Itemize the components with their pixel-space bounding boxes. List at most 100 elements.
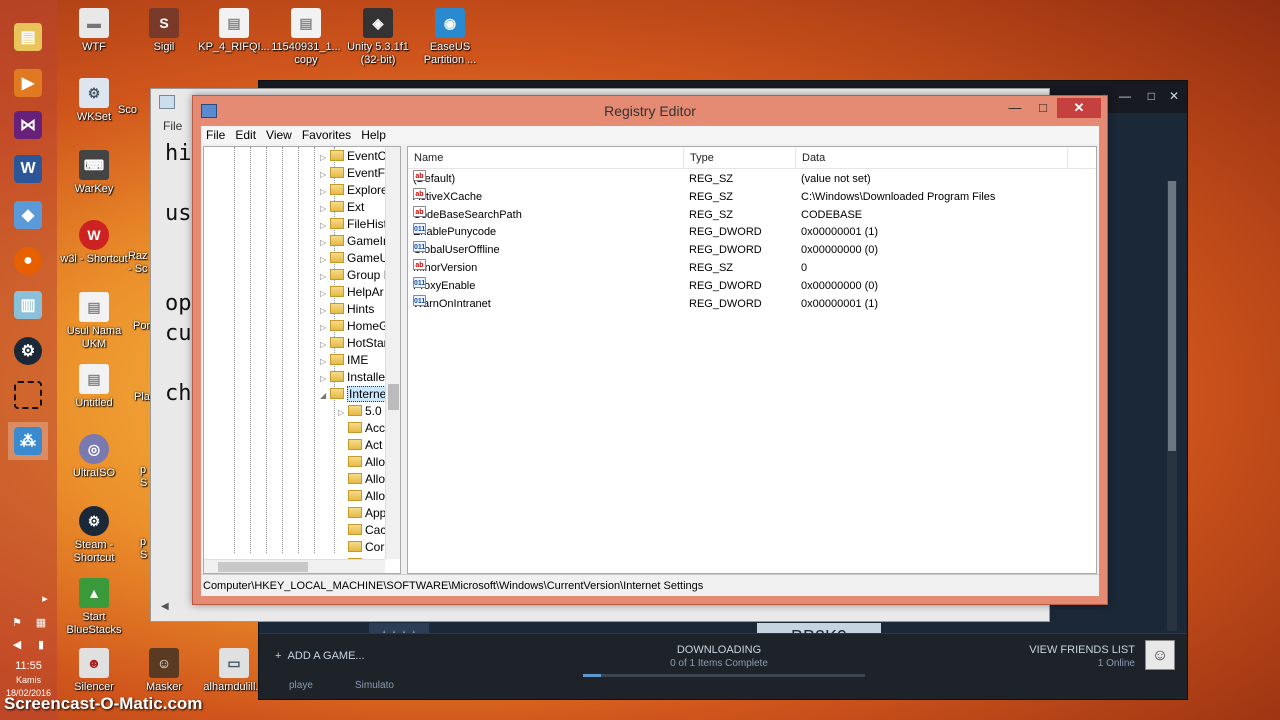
steam-scrollbar-thumb[interactable] bbox=[1168, 181, 1176, 451]
registry-value-row[interactable]: 011 WarnOnIntranet REG_DWORD 0x00000001 (1) bbox=[408, 294, 1096, 313]
registry-value-row[interactable]: 011 GlobalUserOffline REG_DWORD 0x00000000 … bbox=[408, 241, 1096, 259]
tree-item[interactable]: ▷ FileHist bbox=[320, 216, 387, 233]
tree-item[interactable]: ▷ GameIn bbox=[320, 233, 390, 250]
tree-item[interactable]: ▷ HomeG bbox=[320, 318, 388, 335]
tree-item[interactable]: Acc bbox=[338, 420, 385, 437]
desktop-icon-unity[interactable]: ◈ Unity 5.3.1f1 (32-bit) bbox=[342, 8, 414, 67]
tree-item[interactable]: ▷ HotStar bbox=[320, 335, 388, 352]
expand-arrow-icon[interactable]: ▷ bbox=[320, 251, 330, 268]
expand-arrow-icon[interactable]: ▷ bbox=[320, 217, 330, 234]
desktop-icon-wkset[interactable]: ⚙ WKSet bbox=[58, 78, 130, 124]
tree-item[interactable]: ▷ GameU bbox=[320, 250, 388, 267]
add-game-button[interactable]: + ADD A GAME... bbox=[275, 650, 365, 662]
media-player-taskbar-button[interactable]: ▶ bbox=[8, 64, 48, 102]
steam-minimize-button[interactable]: — bbox=[1119, 89, 1131, 103]
tree-vertical-scrollbar[interactable] bbox=[385, 147, 400, 559]
column-header-type[interactable]: Type bbox=[684, 147, 796, 169]
word-taskbar-button[interactable]: W bbox=[8, 150, 48, 188]
chevron-up-icon[interactable]: ▸ bbox=[38, 592, 52, 606]
expand-arrow-icon[interactable]: ▷ bbox=[320, 302, 330, 319]
maximize-button[interactable]: □ bbox=[1029, 98, 1057, 118]
tree-item[interactable]: Allo bbox=[338, 454, 385, 471]
tree-item[interactable]: Act bbox=[338, 437, 382, 454]
friend-avatar-icon[interactable]: ☺ bbox=[1145, 640, 1175, 670]
registry-key-tree[interactable]: ▷ EventC ▷ EventFo ▷ Explore ▷ Ext ▷ FileHist ▷ Gam… bbox=[203, 146, 401, 574]
view-friends-list-button[interactable]: VIEW FRIENDS LIST bbox=[1029, 644, 1135, 656]
expand-arrow-icon[interactable]: ▷ bbox=[320, 268, 330, 285]
expand-arrow-icon[interactable]: ▷ bbox=[320, 319, 330, 336]
menu-favorites[interactable]: Favorites bbox=[297, 126, 356, 144]
clock-time[interactable]: 11:55 bbox=[0, 660, 57, 672]
screencast-taskbar-button[interactable] bbox=[8, 376, 48, 414]
desktop-icon-silencer[interactable]: ☻ Silencer bbox=[58, 648, 130, 694]
registry-value-row[interactable]: ab (Default) REG_SZ (value not set) bbox=[408, 170, 1096, 188]
expand-arrow-icon[interactable]: ▷ bbox=[320, 166, 330, 183]
registry-value-row[interactable]: 011 ProxyEnable REG_DWORD 0x00000000 (0) bbox=[408, 276, 1096, 295]
desktop-icon-kp4[interactable]: ▤ KP_4_RIFQI... bbox=[198, 8, 270, 54]
collapse-arrow-icon[interactable]: ◢ bbox=[320, 387, 330, 404]
tree-scrollbar-thumb[interactable] bbox=[388, 384, 399, 410]
tree-item[interactable]: ▷ EventC bbox=[320, 148, 386, 165]
expand-arrow-icon[interactable]: ▷ bbox=[320, 183, 330, 200]
tree-item[interactable]: App bbox=[338, 505, 386, 522]
regedit-taskbar-button[interactable]: ⁂ bbox=[8, 422, 48, 460]
desktop-icon-ultraiso[interactable]: ◎ UltraISO bbox=[58, 434, 130, 480]
expand-arrow-icon[interactable]: ▷ bbox=[320, 336, 330, 353]
registry-value-row[interactable]: ab ActiveXCache REG_SZ C:\Windows\Downloade… bbox=[408, 187, 1096, 206]
steam-taskbar-button[interactable]: ⚙ bbox=[8, 332, 48, 370]
close-button[interactable]: ✕ bbox=[1057, 98, 1101, 118]
expand-arrow-icon[interactable]: ▷ bbox=[320, 370, 330, 387]
tree-item[interactable]: Cac bbox=[338, 522, 386, 539]
notepad-menu-file[interactable]: File bbox=[163, 119, 182, 133]
menu-file[interactable]: File bbox=[201, 126, 230, 144]
downloading-label[interactable]: DOWNLOADING bbox=[639, 644, 799, 656]
notepad-text-area[interactable]: hi us op cu ch bbox=[165, 139, 192, 409]
network-icon[interactable]: ⚑ bbox=[10, 616, 24, 630]
tree-item[interactable]: ▷ Hints bbox=[320, 301, 374, 318]
menu-edit[interactable]: Edit bbox=[230, 126, 261, 144]
tree-item[interactable]: Allo bbox=[338, 471, 385, 488]
column-header-name[interactable]: Name bbox=[408, 147, 684, 169]
desktop-icon-11540931[interactable]: ▤ 11540931_1... copy bbox=[270, 8, 342, 67]
steam-close-button[interactable]: ✕ bbox=[1169, 89, 1179, 103]
volume-icon[interactable]: ◀ bbox=[10, 638, 24, 652]
tree-item[interactable]: ▷ Group I bbox=[320, 267, 387, 284]
expand-arrow-icon[interactable]: ▷ bbox=[320, 234, 330, 251]
tree-item[interactable]: ▷ HelpAr bbox=[320, 284, 384, 301]
tree-item[interactable]: ▷ 5.0 bbox=[338, 403, 382, 420]
registry-values-list[interactable]: Name Type Data ab (Default) REG_SZ (value n… bbox=[407, 146, 1097, 574]
desktop-icon-warkey[interactable]: ⌨ WarKey bbox=[58, 150, 130, 196]
steam-maximize-button[interactable]: □ bbox=[1148, 89, 1155, 103]
minimize-button[interactable]: — bbox=[1001, 98, 1029, 118]
tree-item[interactable]: ▷ Installe bbox=[320, 369, 385, 386]
cube-app-taskbar-button[interactable]: ◆ bbox=[8, 196, 48, 234]
firefox-taskbar-button[interactable]: ● bbox=[8, 242, 48, 280]
desktop-icon-untitled[interactable]: ▤ Untitled bbox=[58, 364, 130, 410]
desktop-icon-bluestacks[interactable]: ▲ Start BlueStacks bbox=[58, 578, 130, 637]
expand-arrow-icon[interactable]: ▷ bbox=[320, 353, 330, 370]
tree-item[interactable]: Cor bbox=[338, 539, 384, 556]
desktop-icon-masker[interactable]: ☺ Masker bbox=[128, 648, 200, 694]
tree-horizontal-scrollbar[interactable] bbox=[204, 559, 385, 573]
flag-icon[interactable]: ▦ bbox=[34, 616, 48, 630]
column-header-data[interactable]: Data bbox=[796, 147, 1068, 169]
steam-scrollbar[interactable] bbox=[1167, 181, 1177, 631]
desktop-icon-usul-nama[interactable]: ▤ Usul Nama UKM bbox=[58, 292, 130, 351]
tree-item[interactable]: Allo bbox=[338, 488, 385, 505]
menu-view[interactable]: View bbox=[261, 126, 297, 144]
expand-arrow-icon[interactable]: ▷ bbox=[338, 404, 348, 421]
tree-hscrollbar-thumb[interactable] bbox=[218, 562, 308, 572]
expand-arrow-icon[interactable]: ▷ bbox=[320, 200, 330, 217]
visual-studio-taskbar-button[interactable]: ⋈ bbox=[8, 106, 48, 144]
desktop-icon-steam[interactable]: ⚙ Steam - Shortcut bbox=[58, 506, 130, 565]
desktop-icon-w3l[interactable]: Ww3l - Shortcut bbox=[58, 220, 130, 266]
scroll-left-icon[interactable]: ◀ bbox=[161, 601, 169, 612]
tree-item-selected[interactable]: ◢ Interne bbox=[320, 386, 389, 404]
registry-value-row[interactable]: ab MinorVersion REG_SZ 0 bbox=[408, 259, 1096, 277]
registry-value-row[interactable]: 011 EnablePunycode REG_DWORD 0x00000001 (1) bbox=[408, 223, 1096, 241]
menu-help[interactable]: Help bbox=[356, 126, 391, 144]
desktop-icon-easeus[interactable]: ◉ EaseUS Partition ... bbox=[414, 8, 486, 67]
file-explorer-taskbar-button[interactable]: ▤ bbox=[8, 18, 48, 56]
tree-item[interactable]: ▷ Ext bbox=[320, 199, 364, 216]
desktop-icon-sigil[interactable]: S Sigil bbox=[128, 8, 200, 54]
